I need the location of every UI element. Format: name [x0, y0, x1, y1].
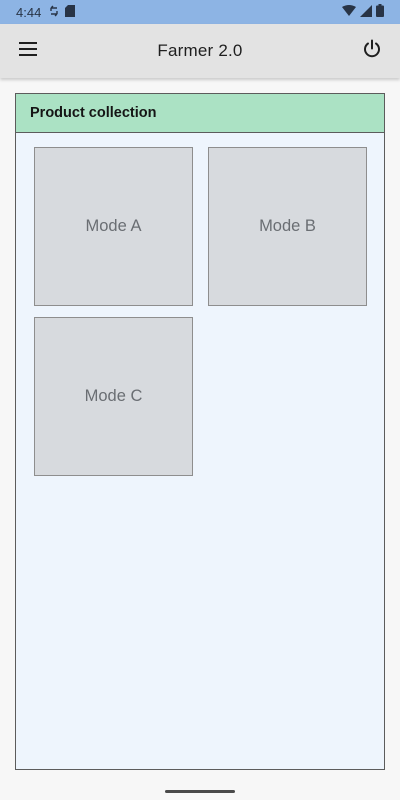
signal-icon: [360, 4, 372, 20]
app-title: Farmer 2.0: [157, 41, 243, 60]
status-right-icons: [342, 4, 384, 20]
menu-button[interactable]: [10, 33, 46, 69]
status-bar: 4:44: [0, 0, 400, 24]
mode-c-button[interactable]: Mode C: [34, 317, 193, 476]
app-bar: Farmer 2.0: [0, 24, 400, 78]
power-icon: [362, 39, 382, 64]
mode-b-button[interactable]: Mode B: [208, 147, 367, 306]
hamburger-menu-icon: [18, 41, 38, 62]
sync-icon: [49, 5, 59, 20]
mode-a-button[interactable]: Mode A: [34, 147, 193, 306]
product-collection-panel: Product collection Mode A Mode B Mode C: [15, 93, 385, 770]
status-time: 4:44: [16, 4, 42, 20]
status-left-icons: [49, 4, 76, 20]
wifi-icon: [342, 4, 356, 20]
battery-icon: [376, 4, 384, 20]
panel-header: Product collection: [16, 94, 384, 133]
power-button[interactable]: [354, 33, 390, 69]
home-indicator[interactable]: [165, 790, 235, 793]
sd-card-icon: [65, 4, 76, 20]
